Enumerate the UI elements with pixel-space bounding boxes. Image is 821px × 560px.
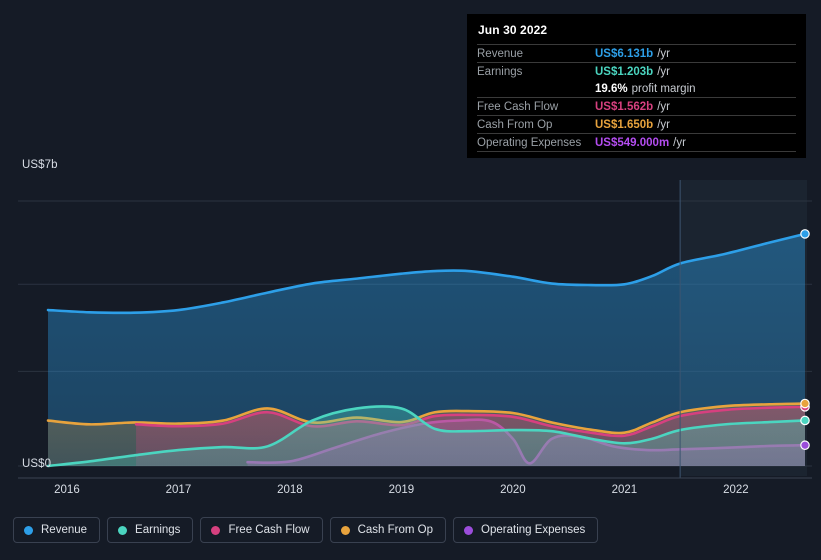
tooltip-row-revenue: Revenue US$6.131b /yr [477, 44, 796, 62]
tooltip-label-revenue: Revenue [477, 47, 524, 60]
tooltip-bottom-rule [477, 151, 796, 154]
legend-color-dot-icon [340, 525, 350, 535]
tooltip-unit-free-cash-flow: /yr [657, 100, 670, 113]
legend-item-label: Earnings [135, 524, 181, 536]
x-axis-tick-2020: 2020 [500, 484, 526, 496]
tooltip-row-free-cash-flow: Free Cash Flow US$1.562b /yr [477, 97, 796, 115]
tooltip-value-revenue: US$6.131b [595, 47, 654, 60]
y-axis-zero-label: US$0 [22, 458, 52, 470]
tooltip-value-profit-margin: 19.6% [595, 82, 628, 95]
tooltip-row-operating-expenses: Operating Expenses US$549.000m /yr [477, 133, 796, 151]
legend-item-label: Free Cash Flow [228, 524, 310, 536]
legend-color-dot-icon [464, 525, 474, 535]
tooltip-row-profit-margin: 19.6% profit margin [477, 80, 796, 97]
tooltip-date: Jun 30 2022 [478, 23, 548, 37]
legend-item-operating-expenses[interactable]: Operating Expenses [453, 517, 599, 543]
legend-item-label: Operating Expenses [481, 524, 586, 536]
x-axis-tick-2016: 2016 [54, 484, 80, 496]
tooltip-unit-cash-from-op: /yr [657, 118, 670, 131]
tooltip-value-earnings: US$1.203b [595, 65, 654, 78]
legend-item-revenue[interactable]: Revenue [13, 517, 101, 543]
legend-color-dot-icon [118, 525, 128, 535]
tooltip-value-operating-expenses: US$549.000m [595, 136, 670, 149]
x-axis-tick-2019: 2019 [388, 484, 415, 496]
tooltip-label-operating-expenses: Operating Expenses [477, 136, 582, 149]
x-axis-tick-2021: 2021 [611, 484, 638, 496]
tooltip-value-cash-from-op: US$1.650b [595, 118, 654, 131]
tooltip-label-earnings: Earnings [477, 65, 523, 78]
tooltip-unit-earnings: /yr [657, 65, 670, 78]
tooltip-unit-revenue: /yr [657, 47, 670, 60]
x-axis-tick-2017: 2017 [165, 484, 192, 496]
tooltip-unit-operating-expenses: /yr [673, 136, 686, 149]
legend-item-label: Revenue [41, 524, 88, 536]
tooltip-row-cash-from-op: Cash From Op US$1.650b /yr [477, 115, 796, 133]
legend-item-cash-from-op[interactable]: Cash From Op [329, 517, 447, 543]
chart-page: US$7b US$0 2016 2017 2018 2019 2020 2021 2022 … [0, 0, 821, 560]
legend-color-dot-icon [24, 525, 33, 535]
y-axis-top-label: US$7b [22, 159, 58, 171]
endpoint-marker-cash-from-op[interactable] [800, 398, 810, 409]
tooltip-label-cash-from-op: Cash From Op [477, 118, 553, 131]
tooltip-text-profit-margin: profit margin [631, 82, 696, 95]
chart-legend: Revenue Earnings Free Cash Flow Cash From O… [13, 517, 599, 543]
endpoint-marker-earnings[interactable] [800, 415, 810, 426]
legend-item-free-cash-flow[interactable]: Free Cash Flow [200, 517, 323, 543]
x-axis-tick-2018: 2018 [277, 484, 303, 496]
tooltip-row-earnings: Earnings US$1.203b /yr [477, 62, 796, 80]
legend-item-earnings[interactable]: Earnings [107, 517, 194, 543]
x-axis-tick-2022: 2022 [723, 484, 749, 496]
legend-color-dot-icon [211, 525, 221, 535]
endpoint-marker-revenue[interactable] [800, 229, 810, 239]
tooltip-value-free-cash-flow: US$1.562b [595, 100, 654, 113]
chart-tooltip: Jun 30 2022 Revenue US$6.131b /yr Earnin… [467, 14, 806, 158]
legend-item-label: Cash From Op [357, 524, 434, 536]
endpoint-marker-operating-expenses[interactable] [800, 440, 810, 451]
tooltip-label-free-cash-flow: Free Cash Flow [477, 100, 559, 113]
